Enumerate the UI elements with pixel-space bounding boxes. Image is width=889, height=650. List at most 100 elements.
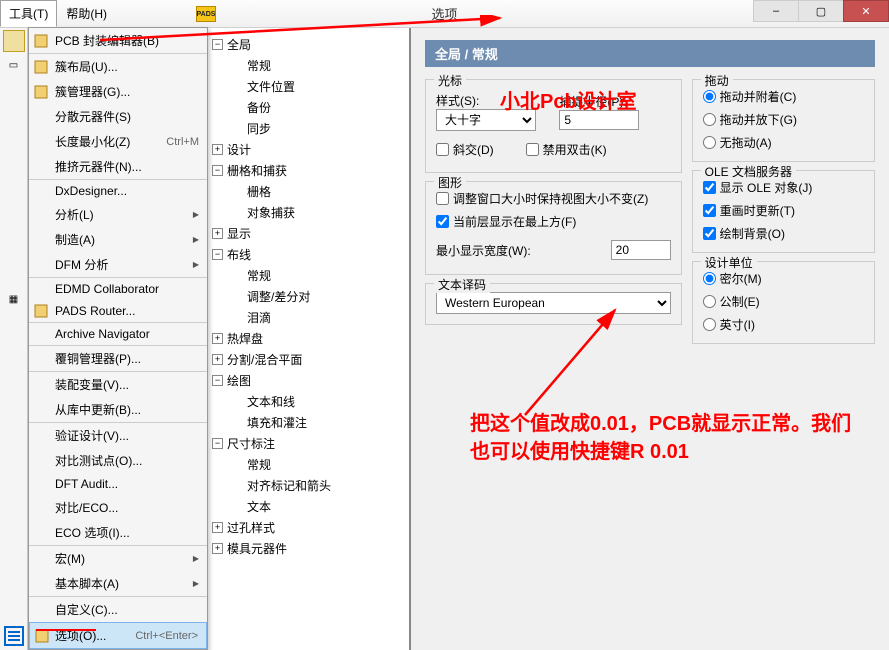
tree-leaf-0-3[interactable]: 同步 — [212, 118, 405, 139]
maximize-button[interactable]: ▢ — [798, 0, 844, 22]
tree-expand-icon[interactable]: + — [212, 522, 223, 533]
min-width-input[interactable] — [611, 240, 671, 260]
redraw-ole-checkbox[interactable] — [703, 204, 716, 217]
menu-item-7[interactable]: 分析(L)▶ — [29, 202, 207, 227]
tree-node-6[interactable]: +分割/混合平面 — [212, 349, 405, 370]
menu-item-17[interactable]: 对比测试点(O)... — [29, 448, 207, 473]
menu-item-21[interactable]: 宏(M)▶ — [29, 545, 207, 571]
tree-leaf-2-1[interactable]: 对象捕获 — [212, 202, 405, 223]
unit-mil-radio[interactable] — [703, 272, 716, 285]
tree-expand-icon[interactable]: + — [212, 543, 223, 554]
menu-item-2[interactable]: 簇管理器(G)... — [29, 79, 207, 104]
tree-collapse-icon[interactable]: − — [212, 438, 223, 449]
menu-item-0[interactable]: PCB 封装编辑器(B) — [29, 28, 207, 53]
minimize-button[interactable]: – — [753, 0, 799, 22]
tree-collapse-icon[interactable]: − — [212, 375, 223, 386]
tree-leaf-0-2[interactable]: 备份 — [212, 97, 405, 118]
tree-node-10[interactable]: +模具元器件 — [212, 538, 405, 559]
tree-collapse-icon[interactable]: − — [212, 249, 223, 260]
style-select[interactable]: 大十字 — [436, 109, 536, 131]
options-toolbar-icon[interactable] — [4, 626, 24, 646]
drag-drop-radio[interactable] — [703, 113, 716, 126]
menu-item-18[interactable]: DFT Audit... — [29, 473, 207, 495]
tree-leaf-8-0[interactable]: 常规 — [212, 454, 405, 475]
menu-item-11[interactable]: PADS Router... — [29, 300, 207, 322]
menu-item-icon — [33, 84, 49, 100]
tree-node-label: 栅格和捕获 — [227, 162, 287, 179]
menu-item-20[interactable]: ECO 选项(I)... — [29, 520, 207, 545]
menu-item-10[interactable]: EDMD Collaborator — [29, 277, 207, 300]
tools-menu-dropdown: PCB 封装编辑器(B)簇布局(U)...簇管理器(G)... 分散元器件(S) 长… — [28, 27, 208, 650]
menu-item-23[interactable]: 自定义(C)... — [29, 596, 207, 622]
menu-item-14[interactable]: 装配变量(V)... — [29, 371, 207, 397]
menu-item-label: 分散元器件(S) — [55, 108, 131, 125]
tree-node-3[interactable]: +显示 — [212, 223, 405, 244]
menu-item-16[interactable]: 验证设计(V)... — [29, 422, 207, 448]
keep-view-checkbox[interactable] — [436, 192, 449, 205]
toolbar-icon-3[interactable]: ▦ — [3, 288, 25, 310]
menu-item-19[interactable]: 对比/ECO... — [29, 495, 207, 520]
unit-mm-radio[interactable] — [703, 295, 716, 308]
menu-item-label: 制造(A) — [55, 231, 95, 248]
tree-expand-icon[interactable]: + — [212, 333, 223, 344]
menu-shortcut: Ctrl+<Enter> — [135, 630, 198, 642]
diagonal-checkbox[interactable] — [436, 143, 449, 156]
tree-leaf-4-0[interactable]: 常规 — [212, 265, 405, 286]
menu-item-4[interactable]: 长度最小化(Z)Ctrl+M — [29, 129, 207, 154]
close-button[interactable]: ✕ — [843, 0, 889, 22]
tree-leaf-0-1[interactable]: 文件位置 — [212, 76, 405, 97]
tree-leaf-label: 泪滴 — [247, 309, 271, 326]
draw-bg-checkbox[interactable] — [703, 227, 716, 240]
disable-dblclick-checkbox[interactable] — [526, 143, 539, 156]
tree-leaf-0-0[interactable]: 常规 — [212, 55, 405, 76]
menu-item-9[interactable]: DFM 分析▶ — [29, 252, 207, 277]
menu-item-label: 分析(L) — [55, 206, 94, 223]
tree-leaf-7-1[interactable]: 填充和灌注 — [212, 412, 405, 433]
toolbar-icon-1[interactable] — [3, 30, 25, 52]
tree-node-7[interactable]: −绘图 — [212, 370, 405, 391]
tree-leaf-4-1[interactable]: 调整/差分对 — [212, 286, 405, 307]
toolbar-icon-2[interactable]: ▭ — [3, 54, 25, 76]
tree-node-2[interactable]: −栅格和捕获 — [212, 160, 405, 181]
unit-legend: 设计单位 — [701, 254, 757, 271]
menu-item-6[interactable]: DxDesigner... — [29, 179, 207, 202]
menu-tools[interactable]: 工具(T) — [0, 0, 57, 27]
encoding-select[interactable]: Western European — [436, 292, 671, 314]
top-layer-checkbox[interactable] — [436, 215, 449, 228]
tree-collapse-icon[interactable]: − — [212, 165, 223, 176]
menu-item-13[interactable]: 覆铜管理器(P)... — [29, 345, 207, 371]
tree-leaf-8-2[interactable]: 文本 — [212, 496, 405, 517]
drag-attach-radio[interactable] — [703, 90, 716, 103]
tree-node-4[interactable]: −布线 — [212, 244, 405, 265]
menu-item-5[interactable]: 推挤元器件(N)... — [29, 154, 207, 179]
tree-collapse-icon[interactable]: − — [212, 39, 223, 50]
menu-item-22[interactable]: 基本脚本(A)▶ — [29, 571, 207, 596]
menu-item-3[interactable]: 分散元器件(S) — [29, 104, 207, 129]
tree-expand-icon[interactable]: + — [212, 228, 223, 239]
tree-leaf-2-0[interactable]: 栅格 — [212, 181, 405, 202]
tree-leaf-8-1[interactable]: 对齐标记和箭头 — [212, 475, 405, 496]
tree-node-0[interactable]: −全局 — [212, 34, 405, 55]
menu-item-15[interactable]: 从库中更新(B)... — [29, 397, 207, 422]
menu-item-8[interactable]: 制造(A)▶ — [29, 227, 207, 252]
tree-node-8[interactable]: −尺寸标注 — [212, 433, 405, 454]
menu-item-label: 装配变量(V)... — [55, 376, 129, 393]
unit-inch-radio[interactable] — [703, 318, 716, 331]
submenu-arrow-icon: ▶ — [193, 579, 199, 588]
tree-node-1[interactable]: +设计 — [212, 139, 405, 160]
tree-expand-icon[interactable]: + — [212, 144, 223, 155]
tree-expand-icon[interactable]: + — [212, 354, 223, 365]
show-ole-checkbox[interactable] — [703, 181, 716, 194]
menu-item-1[interactable]: 簇布局(U)... — [29, 53, 207, 79]
radius-input[interactable] — [559, 110, 639, 130]
tree-node-label: 布线 — [227, 246, 251, 263]
no-drag-radio[interactable] — [703, 136, 716, 149]
menu-item-24[interactable]: 选项(O)...Ctrl+<Enter> — [29, 622, 207, 649]
tree-leaf-4-2[interactable]: 泪滴 — [212, 307, 405, 328]
tree-leaf-7-0[interactable]: 文本和线 — [212, 391, 405, 412]
tree-leaf-label: 常规 — [247, 57, 271, 74]
menu-help[interactable]: 帮助(H) — [57, 0, 116, 27]
tree-node-9[interactable]: +过孔样式 — [212, 517, 405, 538]
menu-item-12[interactable]: Archive Navigator — [29, 322, 207, 345]
tree-node-5[interactable]: +热焊盘 — [212, 328, 405, 349]
